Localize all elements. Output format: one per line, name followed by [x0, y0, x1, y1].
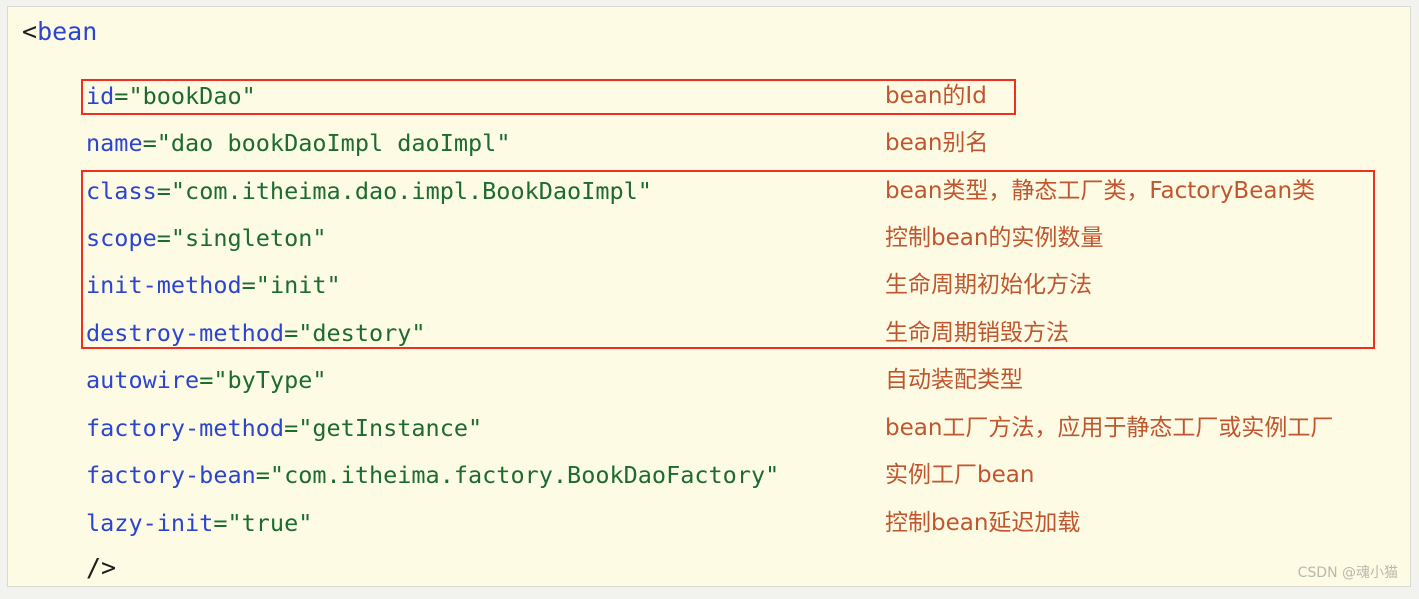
attr-name-factory-bean: factory-bean	[86, 461, 256, 489]
attr-eq-factory-method: ="	[284, 414, 313, 442]
attr-eq-name: ="	[142, 129, 171, 157]
attr-quote-close-factory-bean: "	[765, 461, 780, 489]
attr-quote-close-name: "	[496, 129, 511, 157]
attr-value-lazy-init: true	[241, 509, 299, 537]
attr-name-factory-method: factory-method	[86, 414, 285, 442]
code-row-destroy-method: destroy-method="destory"	[86, 319, 426, 347]
attr-eq-class: ="	[156, 177, 186, 205]
note-init-method: 生命周期初始化方法	[885, 272, 1092, 298]
attr-name-name: name	[86, 129, 143, 157]
code-row-class: class="com.itheima.dao.impl.BookDaoImpl"	[86, 177, 652, 205]
attr-value-init-method: init	[269, 271, 327, 299]
note-scope: 控制bean的实例数量	[885, 225, 1104, 251]
note-factory-bean: 实例工厂bean	[885, 462, 1035, 488]
attr-value-autowire: byType	[227, 366, 313, 394]
note-autowire: 自动装配类型	[885, 367, 1023, 393]
attr-quote-close-init-method: "	[326, 271, 341, 299]
code-row-init-method: init-method="init"	[86, 271, 341, 299]
attr-eq-scope: ="	[156, 224, 186, 252]
attr-name-class: class	[86, 177, 157, 205]
code-row-scope: scope="singleton"	[86, 224, 327, 252]
note-factory-method: bean工厂方法，应用于静态工厂或实例工厂	[885, 415, 1334, 441]
attr-name-autowire: autowire	[86, 366, 200, 394]
attr-quote-close-destroy-method: "	[411, 319, 426, 347]
attr-eq-lazy-init: ="	[213, 509, 242, 537]
attr-name-id: id	[86, 82, 115, 110]
open-angle-bracket: <	[22, 17, 38, 46]
attr-quote-close-autowire: "	[312, 366, 327, 394]
attr-value-name: dao bookDaoImpl daoImpl	[170, 129, 497, 157]
attr-eq-destroy-method: ="	[284, 319, 313, 347]
attr-quote-close-scope: "	[312, 224, 327, 252]
attr-eq-id: ="	[114, 82, 143, 110]
bean-close-tag: />	[86, 553, 117, 582]
attr-value-scope: singleton	[185, 224, 313, 252]
bean-tag-name: bean	[37, 17, 98, 46]
attr-name-init-method: init-method	[86, 271, 242, 299]
note-name: bean别名	[885, 130, 989, 156]
attr-quote-close-class: "	[637, 177, 652, 205]
attr-value-id: bookDao	[142, 82, 242, 110]
bean-open-tag: <bean	[22, 19, 97, 44]
note-id: bean的Id	[885, 83, 987, 109]
code-row-autowire: autowire="byType"	[86, 366, 327, 394]
screenshot-root: <bean id="bookDao" name="dao bookDaoImpl…	[0, 0, 1419, 599]
note-lazy-init: 控制bean延迟加载	[885, 510, 1081, 536]
code-row-lazy-init: lazy-init="true"	[86, 509, 313, 537]
attr-value-destroy-method: destory	[312, 319, 412, 347]
code-row-name: name="dao bookDaoImpl daoImpl"	[86, 129, 511, 157]
attr-name-lazy-init: lazy-init	[86, 509, 214, 537]
attr-name-destroy-method: destroy-method	[86, 319, 285, 347]
attr-name-scope: scope	[86, 224, 157, 252]
code-row-factory-method: factory-method="getInstance"	[86, 414, 483, 442]
attr-eq-factory-bean: ="	[255, 461, 285, 489]
attr-quote-close-factory-method: "	[468, 414, 483, 442]
note-destroy-method: 生命周期销毁方法	[885, 320, 1069, 346]
attr-value-factory-bean: com.itheima.factory.BookDaoFactory	[284, 461, 766, 489]
code-row-id: id="bookDao"	[86, 82, 256, 110]
attr-quote-close-lazy-init: "	[298, 509, 313, 537]
attr-eq-init-method: ="	[241, 271, 270, 299]
csdn-watermark: CSDN @魂小猫	[1297, 565, 1398, 581]
attr-value-factory-method: getInstance	[312, 414, 469, 442]
note-class: bean类型，静态工厂类，FactoryBean类	[885, 178, 1316, 204]
code-row-factory-bean: factory-bean="com.itheima.factory.BookDa…	[86, 461, 780, 489]
attr-value-class: com.itheima.dao.impl.BookDaoImpl	[185, 177, 638, 205]
code-reference-card: <bean id="bookDao" name="dao bookDaoImpl…	[7, 6, 1411, 587]
attr-eq-autowire: ="	[199, 366, 228, 394]
attr-quote-close-id: "	[241, 82, 256, 110]
